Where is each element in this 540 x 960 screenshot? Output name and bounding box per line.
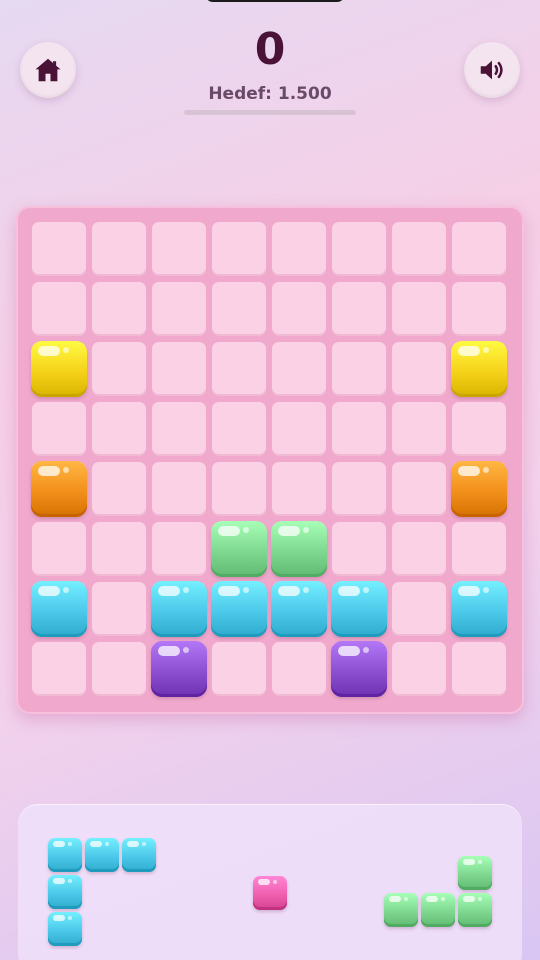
piece-block-blue <box>48 875 82 909</box>
board-cell[interactable] <box>92 402 146 456</box>
board-cell[interactable] <box>452 282 506 336</box>
piece-block-blue <box>122 838 156 872</box>
jelly-block-green <box>271 521 327 577</box>
board-cell[interactable] <box>32 282 86 336</box>
board-cell[interactable] <box>332 222 386 276</box>
board-cell[interactable] <box>392 402 446 456</box>
board-cell[interactable] <box>332 462 386 516</box>
board-cell[interactable] <box>92 222 146 276</box>
board-cell[interactable] <box>212 222 266 276</box>
jelly-block-blue <box>331 581 387 637</box>
piece-block-green <box>384 893 418 927</box>
board-cell[interactable] <box>92 342 146 396</box>
board-cell[interactable] <box>212 642 266 696</box>
board-cell[interactable] <box>92 582 146 636</box>
board-cell[interactable] <box>272 342 326 396</box>
score-value: 0 <box>254 24 286 75</box>
speaker-icon <box>480 60 503 80</box>
board-cell[interactable] <box>332 402 386 456</box>
board-cell[interactable] <box>272 222 326 276</box>
board-cell[interactable] <box>152 522 206 576</box>
board-cell[interactable] <box>272 402 326 456</box>
piece-tray <box>18 804 522 960</box>
piece-block-blue <box>48 838 82 872</box>
board-cell[interactable] <box>32 522 86 576</box>
board-cell[interactable] <box>152 402 206 456</box>
board-cell[interactable] <box>212 282 266 336</box>
target-score-label: Hedef: 1.500 <box>208 84 332 104</box>
board-cell[interactable] <box>212 402 266 456</box>
board-cell[interactable] <box>32 642 86 696</box>
board-cell[interactable] <box>152 342 206 396</box>
jelly-block-yellow <box>451 341 507 397</box>
jelly-block-blue <box>451 581 507 637</box>
board-cell[interactable] <box>392 522 446 576</box>
board-cell[interactable] <box>452 642 506 696</box>
board-cell[interactable] <box>392 282 446 336</box>
board-cell[interactable] <box>92 282 146 336</box>
board-cell[interactable] <box>212 342 266 396</box>
piece-block-blue <box>85 838 119 872</box>
game-board[interactable] <box>16 206 524 714</box>
jelly-block-orange <box>31 461 87 517</box>
board-cell[interactable] <box>452 222 506 276</box>
jelly-block-purple <box>151 641 207 697</box>
board-cell[interactable] <box>332 342 386 396</box>
jelly-block-blue <box>211 581 267 637</box>
board-cell[interactable] <box>152 282 206 336</box>
device-notch <box>205 0 345 2</box>
board-cell[interactable] <box>32 222 86 276</box>
jelly-block-green <box>211 521 267 577</box>
board-cell[interactable] <box>392 582 446 636</box>
board-cell[interactable] <box>452 522 506 576</box>
jelly-block-blue <box>31 581 87 637</box>
board-cell[interactable] <box>152 222 206 276</box>
board-cell[interactable] <box>32 402 86 456</box>
board-cell[interactable] <box>392 222 446 276</box>
piece-block-green <box>458 856 492 890</box>
piece-block-blue <box>48 912 82 946</box>
board-cell[interactable] <box>392 462 446 516</box>
board-cell[interactable] <box>272 282 326 336</box>
board-cell[interactable] <box>272 462 326 516</box>
piece-block-green <box>458 893 492 927</box>
board-cell[interactable] <box>332 522 386 576</box>
piece-block-pink <box>253 876 287 910</box>
board-cell[interactable] <box>152 462 206 516</box>
sound-toggle-button[interactable] <box>464 42 520 98</box>
score-progress-bar <box>184 110 356 115</box>
jelly-block-blue <box>151 581 207 637</box>
board-cell[interactable] <box>392 342 446 396</box>
jelly-block-yellow <box>31 341 87 397</box>
board-cell[interactable] <box>392 642 446 696</box>
board-cell[interactable] <box>92 522 146 576</box>
board-cell[interactable] <box>212 462 266 516</box>
board-cell[interactable] <box>92 642 146 696</box>
board-cell[interactable] <box>272 642 326 696</box>
board-cell[interactable] <box>92 462 146 516</box>
jelly-block-purple <box>331 641 387 697</box>
jelly-block-blue <box>271 581 327 637</box>
board-cell[interactable] <box>332 282 386 336</box>
board-cell[interactable] <box>452 402 506 456</box>
piece-block-green <box>421 893 455 927</box>
jelly-block-orange <box>451 461 507 517</box>
